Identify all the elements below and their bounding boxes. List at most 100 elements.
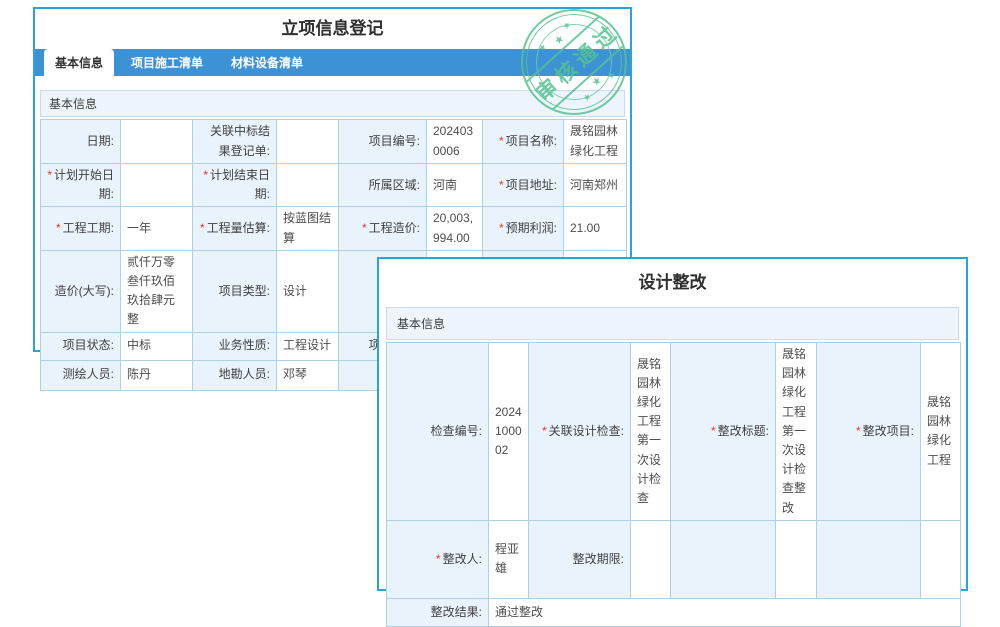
rectification-panel: 设计整改 基本信息 检查编号:2024100002*关联设计检查:晟铭园林绿化工…	[377, 257, 968, 591]
project-status-text: 项目状态:	[63, 338, 114, 352]
expected-profit-field[interactable]: 21.00	[564, 207, 627, 250]
project-duration-text: 工程工期:	[63, 221, 114, 235]
required-asterisk: *	[499, 221, 504, 235]
surveyor-text: 陈丹	[127, 367, 151, 381]
rectification-project-text: 晟铭园林绿化工程	[927, 395, 951, 467]
related-design-check-label: *关联设计检查:	[529, 343, 631, 521]
table-row: 日期:关联中标结果登记单:项目编号:2024030006*项目名称:晟铭园林绿化…	[41, 120, 627, 164]
project-code-field[interactable]: 2024030006	[427, 120, 483, 164]
required-asterisk: *	[711, 424, 716, 438]
plan-end-date-field[interactable]	[277, 164, 339, 207]
rectification-result-field[interactable]: 通过整改	[489, 598, 961, 626]
tab-construction-list[interactable]: 项目施工清单	[120, 49, 214, 76]
project-type-label: 项目类型:	[193, 250, 277, 332]
rectification-person-field[interactable]: 程亚雄	[489, 520, 529, 598]
project-status-label: 项目状态:	[41, 332, 121, 360]
project-duration-label: *工程工期:	[41, 207, 121, 250]
rectification-person-text: 整改人:	[443, 552, 482, 566]
cost-in-words-text: 贰仟万零叁仟玖佰玖拾肆元整	[127, 255, 175, 327]
plan-end-date-label: *计划结束日期:	[193, 164, 277, 207]
project-type-field[interactable]: 设计	[277, 250, 339, 332]
project-address-field[interactable]: 河南郑州	[564, 164, 627, 207]
plan-start-date-field[interactable]	[121, 164, 193, 207]
check-code-text: 检查编号:	[431, 424, 482, 438]
rectification-title-text: 晟铭园林绿化工程第一次设计检查整改	[782, 347, 806, 515]
rectification-result-label: 整改结果:	[387, 598, 489, 626]
project-name-label: *项目名称:	[483, 120, 564, 164]
tab-material-equipment-list[interactable]: 材料设备清单	[220, 49, 314, 76]
expected-profit-text: 21.00	[570, 221, 600, 235]
quantity-estimate-text: 工程量估算:	[207, 221, 270, 235]
project-cost-label: *工程造价:	[339, 207, 427, 250]
required-asterisk: *	[499, 134, 504, 148]
date-text: 日期:	[87, 134, 114, 148]
project-code-text: 2024030006	[433, 124, 473, 157]
required-asterisk: *	[200, 221, 205, 235]
project-cost-text: 工程造价:	[369, 221, 420, 235]
plan-start-date-label: *计划开始日期:	[41, 164, 121, 207]
check-code-field[interactable]: 2024100002	[489, 343, 529, 521]
rectification-project-label: *整改项目:	[817, 343, 921, 521]
project-cost-field[interactable]: 20,003,994.00	[427, 207, 483, 250]
date-label: 日期:	[41, 120, 121, 164]
region-field[interactable]: 河南	[427, 164, 483, 207]
cost-in-words-text: 造价(大写):	[55, 284, 114, 298]
rectification-title-label: *整改标题:	[671, 343, 776, 521]
project-status-field[interactable]: 中标	[121, 332, 193, 360]
empty-label	[817, 520, 921, 598]
project-status-text: 中标	[127, 338, 151, 352]
rectification-person-text: 程亚雄	[495, 542, 519, 575]
rectification-deadline-field[interactable]	[631, 520, 671, 598]
bid-result-link-field[interactable]	[277, 120, 339, 164]
required-asterisk: *	[436, 552, 441, 566]
rectification-project-field[interactable]: 晟铭园林绿化工程	[921, 343, 961, 521]
project-address-label: *项目地址:	[483, 164, 564, 207]
related-design-check-field[interactable]: 晟铭园林绿化工程第一次设计检查	[631, 343, 671, 521]
required-asterisk: *	[56, 221, 61, 235]
table-row: 检查编号:2024100002*关联设计检查:晟铭园林绿化工程第一次设计检查*整…	[387, 343, 961, 521]
table-row: 整改结果: 通过整改	[387, 598, 961, 626]
required-asterisk: *	[203, 168, 208, 182]
project-code-label: 项目编号:	[339, 120, 427, 164]
rectification-person-label: *整改人:	[387, 520, 489, 598]
quantity-estimate-field[interactable]: 按蓝图结算	[277, 207, 339, 250]
tab-basic-info[interactable]: 基本信息	[44, 49, 114, 76]
required-asterisk: *	[47, 168, 52, 182]
business-nature-text: 工程设计	[283, 338, 331, 352]
required-asterisk: *	[856, 424, 861, 438]
rectification-form-table: 检查编号:2024100002*关联设计检查:晟铭园林绿化工程第一次设计检查*整…	[386, 342, 961, 627]
geological-surveyor-field[interactable]: 邓琴	[277, 360, 339, 390]
rectification-title-field[interactable]: 晟铭园林绿化工程第一次设计检查整改	[776, 343, 817, 521]
rectification-panel-title: 设计整改	[379, 259, 966, 307]
date-field[interactable]	[121, 120, 193, 164]
project-duration-field[interactable]: 一年	[121, 207, 193, 250]
project-name-field[interactable]: 晟铭园林绿化工程	[564, 120, 627, 164]
expected-profit-label: *预期利润:	[483, 207, 564, 250]
cost-in-words-field[interactable]: 贰仟万零叁仟玖佰玖拾肆元整	[121, 250, 193, 332]
surveyor-field[interactable]: 陈丹	[121, 360, 193, 390]
surveyor-text: 测绘人员:	[63, 367, 114, 381]
bid-result-link-text: 关联中标结果登记单:	[210, 124, 270, 157]
expected-profit-text: 预期利润:	[506, 221, 557, 235]
business-nature-field[interactable]: 工程设计	[277, 332, 339, 360]
project-name-text: 项目名称:	[506, 134, 557, 148]
plan-start-date-text: 计划开始日期:	[54, 168, 114, 201]
empty-field[interactable]	[776, 520, 817, 598]
project-address-text: 项目地址:	[506, 178, 557, 192]
rectification-result-text: 通过整改	[495, 605, 543, 619]
business-nature-text: 业务性质:	[219, 338, 270, 352]
project-address-text: 河南郑州	[570, 178, 618, 192]
cost-in-words-label: 造价(大写):	[41, 250, 121, 332]
rectification-project-text: 整改项目:	[863, 424, 914, 438]
geological-surveyor-text: 地勘人员:	[219, 367, 270, 381]
rectification-deadline-label: 整改期限:	[529, 520, 631, 598]
rectification-deadline-text: 整改期限:	[573, 552, 624, 566]
empty-field[interactable]	[921, 520, 961, 598]
project-code-text: 项目编号:	[369, 134, 420, 148]
table-row: *整改人:程亚雄整改期限:	[387, 520, 961, 598]
project-duration-text: 一年	[127, 221, 151, 235]
table-row: *工程工期:一年*工程量估算:按蓝图结算*工程造价:20,003,994.00*…	[41, 207, 627, 250]
approval-stamp: ★ ★ ★ ★ ★ ★ 审核通过	[521, 9, 627, 115]
surveyor-label: 测绘人员:	[41, 360, 121, 390]
table-row: *计划开始日期:*计划结束日期:所属区域:河南*项目地址:河南郑州	[41, 164, 627, 207]
